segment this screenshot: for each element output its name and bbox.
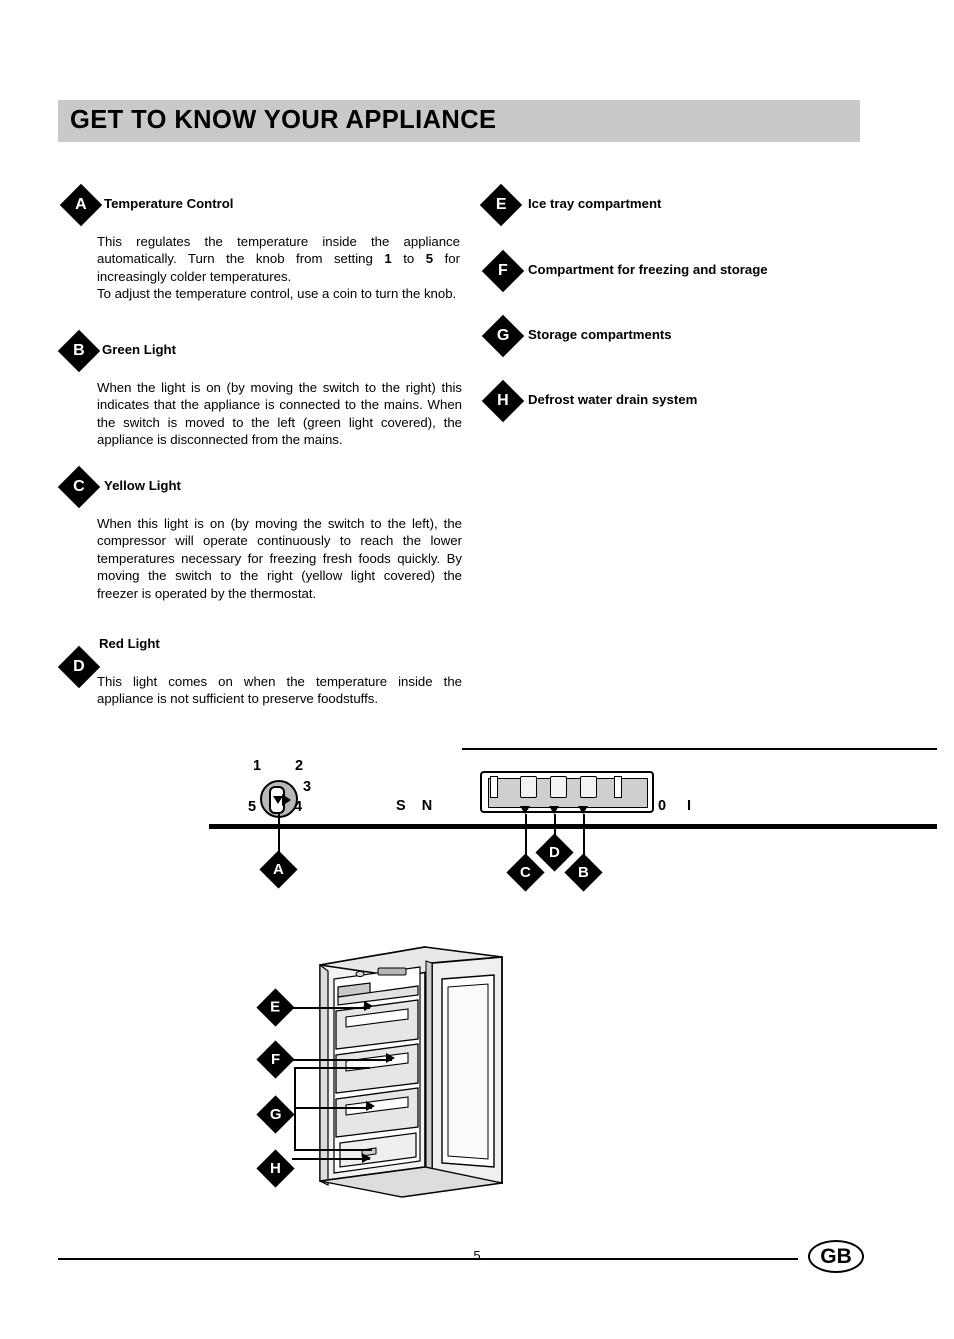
entry-d-title: Red Light — [99, 636, 160, 651]
switch-block-inner — [488, 778, 648, 808]
dial-label-5: 5 — [248, 799, 257, 815]
leader-line-g-bot — [294, 1149, 372, 1151]
leader-arrow-c — [520, 806, 530, 814]
entry-b-body: When the light is on (by moving the swit… — [97, 380, 462, 448]
leader-line-h — [292, 1158, 370, 1160]
right-column: E Ice tray compartment F Compartment for… — [479, 183, 882, 447]
page-title: GET TO KNOW YOUR APPLIANCE — [70, 106, 497, 134]
entry-a-text-2: to — [391, 251, 426, 267]
entry-d-body: This light comes on when the temperature… — [97, 674, 462, 707]
entry-c: C Yellow Light When this light is on (by… — [57, 465, 462, 636]
panel-callout-c: C — [506, 853, 545, 892]
switch-indicator-right[interactable] — [614, 776, 622, 798]
dial-label-1: 1 — [253, 758, 262, 774]
leader-arrow-d — [549, 806, 559, 814]
entry-h-title: Defrost water drain system — [528, 392, 698, 407]
badge-d: D — [57, 645, 101, 689]
entry-a-title: Temperature Control — [104, 196, 234, 211]
badge-a: A — [59, 183, 103, 227]
left-column: A Temperature Control This regulates the… — [57, 183, 462, 726]
control-panel-diagram: 1 2 3 4 5 S N 0 I A C D B — [200, 748, 937, 918]
leader-arrow-a — [273, 796, 283, 804]
leader-arrow-h — [362, 1153, 371, 1163]
leader-arrow-b — [578, 806, 588, 814]
dial-label-3: 3 — [303, 779, 312, 795]
panel-top-rule — [462, 748, 937, 750]
entry-c-title: Yellow Light — [104, 478, 181, 493]
leader-line-a — [278, 814, 280, 828]
leader-line-g-mid — [294, 1107, 372, 1109]
entry-f-title: Compartment for freezing and storage — [528, 262, 768, 277]
badge-b: B — [57, 329, 101, 373]
dial-label-4: 4 — [294, 799, 303, 815]
region-badge: GB — [808, 1240, 864, 1273]
switch-off-label: 0 — [658, 798, 667, 814]
entry-b: B Green Light When the light is on (by m… — [57, 329, 462, 470]
panel-callout-a: A — [259, 850, 298, 889]
badge-c: C — [57, 465, 101, 509]
leader-line-e — [292, 1007, 370, 1009]
badge-g: G — [481, 314, 525, 358]
switch-indicator-left[interactable] — [490, 776, 498, 798]
entry-e-title: Ice tray compartment — [528, 196, 662, 211]
switch-on-label: I — [687, 798, 692, 814]
entry-h: H Defrost water drain system — [481, 379, 882, 447]
panel-callout-d: D — [535, 833, 574, 872]
panel-callout-b: B — [564, 853, 603, 892]
badge-e: E — [479, 183, 523, 227]
entry-g-title: Storage compartments — [528, 327, 672, 342]
entry-c-body: When this light is on (by moving the swi… — [97, 516, 462, 601]
leader-arrow-g — [366, 1101, 375, 1111]
knob-pointer-icon — [282, 794, 291, 806]
leader-line-f — [292, 1059, 392, 1061]
dial-label-2: 2 — [295, 758, 304, 774]
leader-line-g-top — [294, 1067, 370, 1069]
switch-block[interactable] — [480, 771, 654, 813]
switch-yellow-light[interactable] — [520, 776, 537, 798]
panel-bottom-rule — [209, 824, 937, 829]
entry-a-text-4: To adjust the temperature control, use a… — [97, 286, 457, 302]
entry-f: F Compartment for freezing and storage — [481, 249, 882, 317]
entry-a-body: This regulates the temperature inside th… — [97, 233, 460, 303]
sn-label: S N — [396, 798, 439, 814]
entry-d: D Red Light This light comes on when the… — [57, 636, 462, 726]
leader-arrow-f — [386, 1053, 395, 1063]
leader-arrow-e — [364, 1001, 373, 1011]
entry-a: A Temperature Control This regulates the… — [59, 183, 460, 334]
entry-g: G Storage compartments — [481, 314, 882, 382]
entry-b-title: Green Light — [102, 342, 176, 357]
appliance-illustration: E F G H — [250, 935, 690, 1200]
entry-e: E Ice tray compartment — [479, 183, 882, 252]
switch-green-light[interactable] — [580, 776, 597, 798]
entry-a-setting-min: 1 — [384, 251, 392, 267]
switch-red-light[interactable] — [550, 776, 567, 798]
badge-h: H — [481, 379, 525, 423]
entry-a-setting-max: 5 — [425, 251, 434, 267]
badge-f: F — [481, 249, 525, 293]
